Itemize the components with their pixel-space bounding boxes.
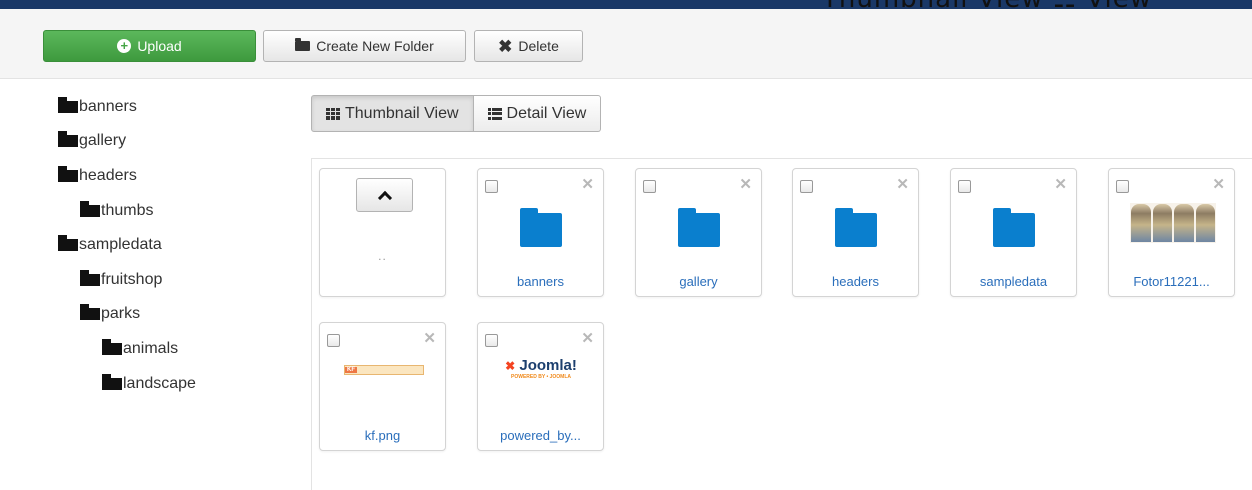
delete-button[interactable]: ✖ Delete — [474, 30, 583, 62]
folder-icon — [80, 201, 100, 217]
delete-x-icon[interactable]: ✕ — [896, 177, 909, 192]
joomla-logo-icon: ✖ — [505, 359, 516, 373]
folder-open-icon — [295, 38, 311, 51]
select-checkbox[interactable] — [800, 180, 813, 193]
folder-icon — [835, 208, 877, 247]
select-checkbox[interactable] — [485, 334, 498, 347]
tile-image-kf[interactable]: ✕ KF kf.png — [319, 322, 446, 451]
folder-icon — [678, 208, 720, 247]
parent-folder-label: .. — [378, 249, 387, 263]
tile-name[interactable]: Fotor11221... — [1109, 274, 1234, 289]
tile-image-fotor[interactable]: ✕ Fotor11221... — [1108, 168, 1235, 297]
tree-item-thumbs[interactable]: thumbs — [80, 201, 154, 220]
select-checkbox[interactable] — [643, 180, 656, 193]
tree-item-label: banners — [79, 98, 137, 115]
toolbar: + Upload Create New Folder ✖ Delete — [0, 9, 1252, 79]
image-thumbnail[interactable]: KF — [344, 365, 424, 375]
tile-name[interactable]: banners — [478, 274, 603, 289]
tile-folder-banners[interactable]: ✕ banners — [477, 168, 604, 297]
tile-folder-sampledata[interactable]: ✕ sampledata — [950, 168, 1077, 297]
tile-name[interactable]: powered_by... — [478, 428, 603, 443]
delete-x-icon[interactable]: ✕ — [1054, 177, 1067, 192]
delete-x-icon[interactable]: ✕ — [423, 331, 436, 346]
tile-name[interactable]: headers — [793, 274, 918, 289]
tree-item-parks[interactable]: parks — [80, 304, 141, 323]
folder-icon — [520, 208, 562, 247]
parent-folder-button[interactable] — [356, 178, 413, 212]
list-icon — [487, 107, 502, 120]
joomla-logo-text: Joomla! — [519, 357, 577, 374]
delete-x-icon[interactable]: ✕ — [581, 331, 594, 346]
image-thumbnail[interactable] — [1130, 203, 1216, 243]
grid-icon — [326, 107, 340, 120]
media-panel: .. ✕ banners ✕ gallery ✕ headers ✕ sampl… — [311, 158, 1252, 490]
select-checkbox[interactable] — [1116, 180, 1129, 193]
tile-name[interactable]: sampledata — [951, 274, 1076, 289]
upload-button-label: Upload — [137, 38, 182, 54]
detail-view-button[interactable]: Detail View — [473, 95, 602, 132]
tile-name[interactable]: gallery — [636, 274, 761, 289]
tree-item-label: animals — [123, 340, 179, 357]
joomla-logo-subtitle: POWERED BY • JOOMLA — [511, 374, 571, 380]
folder-icon — [80, 270, 100, 286]
tree-item-landscape[interactable]: landscape — [102, 374, 196, 393]
tree-item-gallery[interactable]: gallery — [58, 131, 127, 150]
folder-icon — [102, 339, 122, 355]
select-checkbox[interactable] — [485, 180, 498, 193]
upload-button[interactable]: + Upload — [43, 30, 256, 62]
tile-parent: .. — [319, 168, 446, 297]
tree-item-label: fruitshop — [101, 271, 163, 288]
delete-x-icon: ✖ — [498, 36, 513, 56]
thumbnail-view-button[interactable]: Thumbnail View — [311, 95, 474, 132]
tree-item-fruitshop[interactable]: fruitshop — [80, 270, 163, 289]
tree-item-animals[interactable]: animals — [102, 339, 179, 358]
folder-icon — [80, 304, 100, 320]
tile-image-powered-by[interactable]: ✕ ✖ Joomla! POWERED BY • JOOMLA powered_… — [477, 322, 604, 451]
thumbnail-view-label: Thumbnail View — [345, 104, 459, 122]
select-checkbox[interactable] — [327, 334, 340, 347]
detail-view-label: Detail View — [506, 104, 587, 122]
tree-item-label: headers — [79, 167, 137, 184]
select-checkbox[interactable] — [958, 180, 971, 193]
create-folder-button[interactable]: Create New Folder — [263, 30, 466, 62]
tree-item-label: landscape — [123, 375, 196, 392]
delete-x-icon[interactable]: ✕ — [1212, 177, 1225, 192]
folder-icon — [102, 374, 122, 390]
top-caption: Thumbnail View ☷ View — [822, 0, 1252, 9]
tree-item-banners[interactable]: banners — [58, 97, 137, 116]
chevron-up-icon — [377, 190, 392, 205]
top-bar: Thumbnail View ☷ View — [0, 0, 1252, 9]
tree-item-label: gallery — [79, 132, 127, 149]
plus-circle-icon: + — [117, 39, 132, 53]
folder-icon — [58, 97, 78, 113]
tree-item-label: sampledata — [79, 236, 162, 253]
folder-icon — [993, 208, 1035, 247]
delete-label: Delete — [518, 38, 559, 54]
folder-icon — [58, 131, 78, 147]
tile-folder-gallery[interactable]: ✕ gallery — [635, 168, 762, 297]
create-folder-label: Create New Folder — [316, 38, 434, 54]
view-toggle: Thumbnail View Detail View — [311, 95, 602, 132]
tile-name[interactable]: kf.png — [320, 428, 445, 443]
tree-item-headers[interactable]: headers — [58, 166, 137, 185]
tree-item-label: parks — [101, 305, 141, 322]
tree-item-label: thumbs — [101, 202, 154, 219]
delete-x-icon[interactable]: ✕ — [739, 177, 752, 192]
tile-folder-headers[interactable]: ✕ headers — [792, 168, 919, 297]
folder-icon — [58, 235, 78, 251]
delete-x-icon[interactable]: ✕ — [581, 177, 594, 192]
image-thumbnail[interactable]: ✖ Joomla! POWERED BY • JOOMLA — [491, 358, 591, 380]
folder-icon — [58, 166, 78, 182]
kf-logo-text: KF — [345, 367, 357, 373]
tree-item-sampledata[interactable]: sampledata — [58, 235, 162, 254]
